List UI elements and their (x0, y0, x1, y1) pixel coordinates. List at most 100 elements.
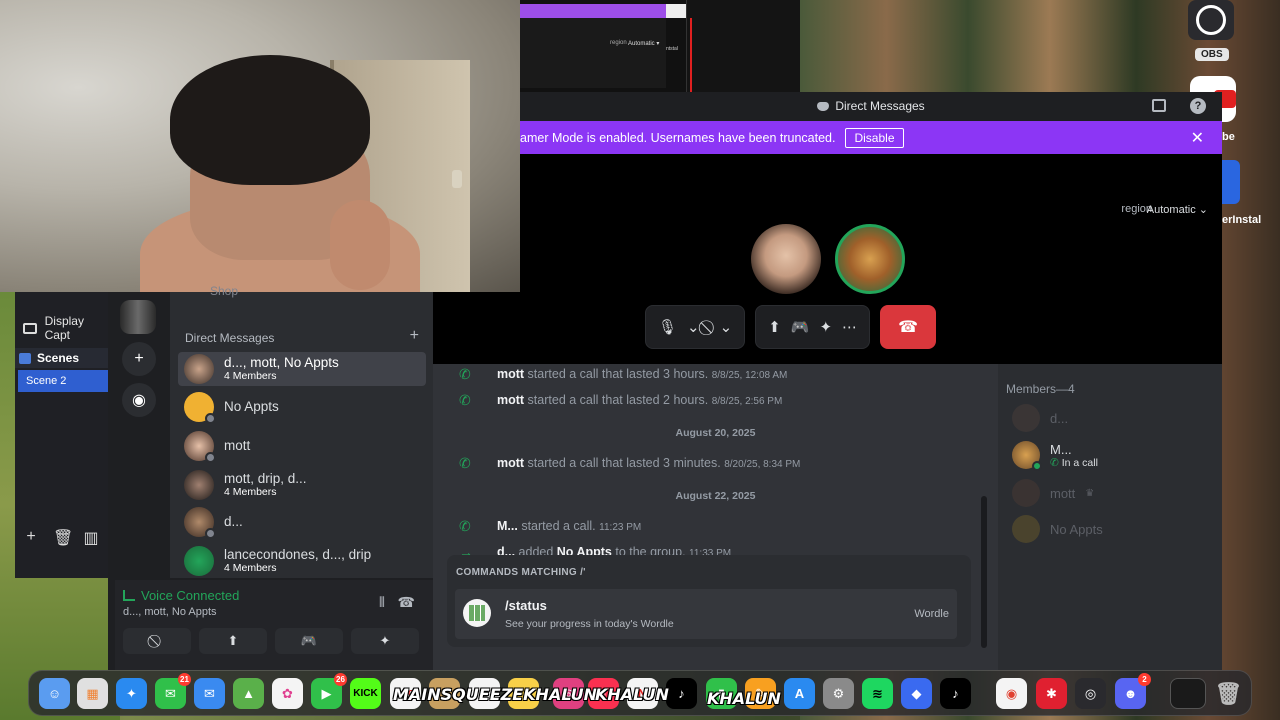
kick-icon[interactable]: KICK (350, 678, 381, 709)
disconnect-button[interactable]: ☎ (880, 305, 937, 349)
command-description: See your progress in today's Wordle (505, 618, 674, 630)
window-preview[interactable] (1170, 678, 1206, 709)
thumb-auto: Automatic ▾ (628, 41, 660, 47)
tiktok-icon[interactable]: ♪ (940, 678, 971, 709)
safari-icon[interactable]: ✦ (116, 678, 147, 709)
member-item[interactable]: d... (1012, 404, 1068, 432)
window-titlebar: Direct Messages ? (520, 92, 1222, 120)
soundboard-icon[interactable]: ✦ (819, 318, 832, 336)
create-dm-icon[interactable]: + (410, 327, 419, 345)
call-controls: 🎙 ⌄ ⃠ ⌄ ⬆ 🎮 ✦ ⋯ ☎ (645, 305, 937, 349)
avatar (184, 546, 214, 576)
launchpad-icon[interactable]: ▦ (77, 678, 108, 709)
inbox-icon[interactable] (1152, 99, 1166, 112)
call-participant-avatar[interactable] (751, 224, 821, 294)
tiktok-icon[interactable]: ♪ (666, 678, 697, 709)
scenes-icon (19, 352, 31, 364)
chat-scrollbar[interactable] (981, 496, 987, 648)
overlay-text: MAINSQUEEZEKHALUN (393, 685, 598, 704)
app-icon[interactable]: ✱ (1036, 678, 1067, 709)
obs-scene-item[interactable]: Scene 2 (18, 370, 108, 392)
screen-share-icon[interactable]: ⬆ (768, 318, 781, 336)
trash-icon[interactable]: 🗑 (1213, 678, 1244, 709)
finder-icon[interactable]: ☺ (39, 678, 70, 709)
trash-icon[interactable]: 🗑 (53, 528, 73, 548)
messages-icon[interactable]: ✉ 21 (155, 673, 191, 709)
member-item[interactable]: mott ♛ (1012, 479, 1094, 507)
discord-icon (817, 101, 830, 111)
avatar (184, 431, 216, 463)
dm-item[interactable]: mott, drip, d... 4 Members (178, 468, 426, 502)
call-log-message: ✆ mott started a call that lasted 3 minu… (433, 455, 998, 471)
obs-dock-icon[interactable]: ◎ (1075, 678, 1106, 709)
dm-header: Direct Messages (185, 331, 275, 345)
command-name: /status (505, 598, 547, 613)
dm-item[interactable]: d... (178, 505, 426, 539)
dm-name: d..., mott, No Appts (224, 355, 339, 370)
camera-button[interactable]: ⃠ (123, 628, 191, 654)
app-store-icon[interactable]: A (784, 678, 815, 709)
avatar (1012, 479, 1040, 507)
webcam-overlay (0, 0, 520, 292)
disconnect-icon[interactable]: ☎ (398, 594, 415, 611)
disable-streamer-button[interactable]: Disable (845, 127, 904, 148)
message-timestamp: 8/8/25, 12:08 AM (711, 370, 788, 381)
photos-icon[interactable]: ✿ (272, 678, 303, 709)
screen-share-button[interactable]: ⬆ (199, 628, 267, 654)
microphone-icon[interactable]: 🎙 (658, 318, 677, 336)
facetime-icon[interactable]: ▶ 26 (311, 673, 347, 709)
avatar (1012, 404, 1040, 432)
message-author[interactable]: mott (497, 456, 524, 470)
maps-icon[interactable]: ▲ (233, 678, 264, 709)
signal-icon[interactable] (123, 590, 135, 601)
call-participant-avatar-speaking[interactable] (835, 224, 905, 294)
command-header: COMMANDS MATCHING /' (456, 567, 586, 578)
messages-badge: 21 (178, 673, 191, 686)
dm-item[interactable]: No Appts (178, 390, 426, 424)
dm-name: No Appts (224, 399, 279, 414)
obs-app-icon[interactable] (1188, 0, 1234, 40)
avatar (184, 354, 214, 384)
shop-link[interactable]: Shop (210, 284, 238, 298)
member-item[interactable]: M... ✆ In a call (1012, 441, 1098, 471)
chrome-icon[interactable]: ◉ (996, 678, 1027, 709)
settings-icon[interactable]: ⚙ (823, 678, 854, 709)
discover-icon[interactable]: ◉ (122, 383, 156, 417)
voice-channel[interactable]: d..., mott, No Appts (123, 606, 217, 618)
server-icon[interactable] (120, 300, 156, 334)
obs-source-item[interactable]: Display Capt (23, 314, 110, 342)
add-icon[interactable]: + (23, 528, 39, 548)
activities-icon[interactable]: 🎮 (791, 318, 810, 336)
region-select[interactable]: Automatic ⌄ (1147, 203, 1208, 216)
dm-item[interactable]: mott (178, 429, 426, 463)
obs-scenes-header: Scenes (15, 348, 111, 368)
member-name: mott (1050, 485, 1076, 501)
member-item[interactable]: No Appts (1012, 515, 1103, 543)
phone-icon: ✆ (459, 517, 471, 534)
message-author[interactable]: M... (497, 519, 518, 533)
roblox-icon[interactable]: ◆ (901, 678, 932, 709)
command-app: Wordle (914, 608, 949, 620)
mail-icon[interactable]: ✉ (194, 678, 225, 709)
spotify-icon[interactable]: ≋ (862, 678, 893, 709)
macos-dock: ☺ ▦ ✦ ✉ 21 ✉ ▲ ✿ ▶ 26 KICK AUG ≡ ◎ ♪ N ♪ ▮… (28, 670, 1252, 716)
soundboard-button[interactable]: ✦ (351, 628, 419, 654)
dm-item[interactable]: d..., mott, No Appts 4 Members (178, 352, 426, 386)
activities-button[interactable]: 🎮 (275, 628, 343, 654)
phone-icon: ✆ (459, 391, 471, 408)
filter-icon[interactable]: ▥ (83, 528, 99, 548)
discord-icon[interactable]: ☻ 2 (1115, 673, 1151, 709)
help-icon[interactable]: ? (1190, 98, 1206, 114)
chevron-down-icon[interactable]: ⌄ (687, 318, 700, 336)
chevron-down-icon[interactable]: ⌄ (720, 318, 733, 336)
command-item[interactable]: /status See your progress in today's Wor… (455, 589, 957, 639)
close-banner-icon[interactable]: ✕ (1191, 128, 1204, 148)
dm-item[interactable]: lancecondones, d..., drip 4 Members (178, 544, 426, 578)
voice-panel: Voice Connected d..., mott, No Appts ⦀ ☎… (115, 580, 433, 670)
noise-suppression-icon[interactable]: ⦀ (379, 594, 385, 611)
more-icon[interactable]: ⋯ (842, 318, 857, 336)
message-author[interactable]: mott (497, 393, 524, 407)
add-server-icon[interactable]: + (122, 342, 156, 376)
message-timestamp: 11:23 PM (599, 522, 642, 533)
message-author[interactable]: mott (497, 367, 524, 381)
